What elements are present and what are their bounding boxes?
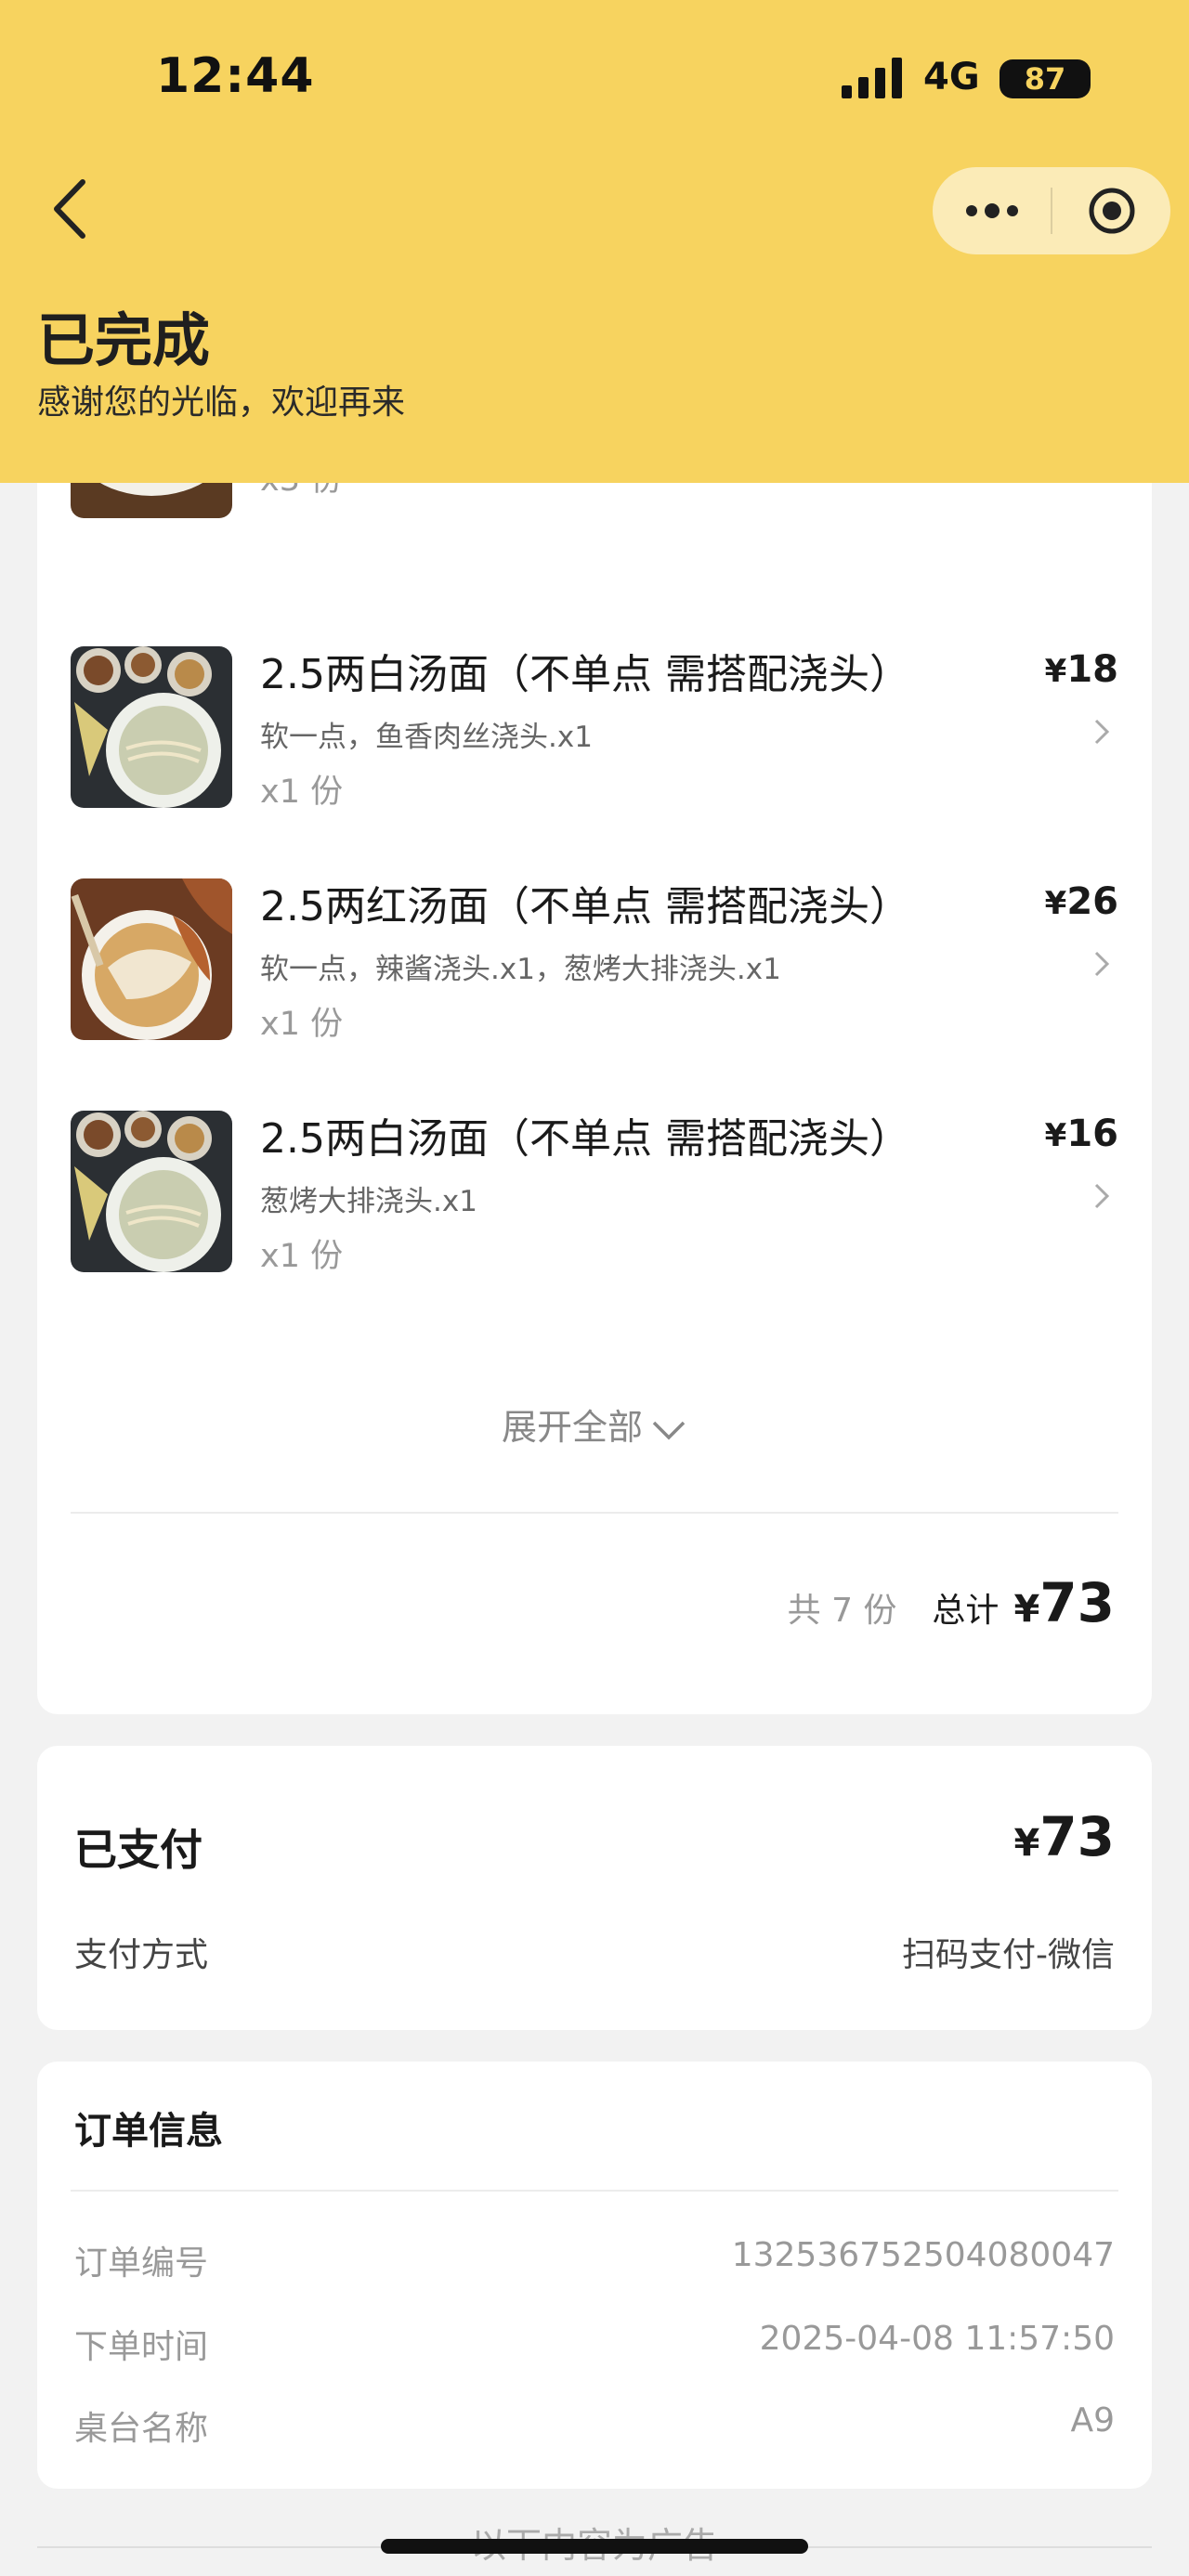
more-button[interactable] (933, 167, 1051, 254)
table-name-label: 桌台名称 (74, 2410, 209, 2448)
dish-options: 软一点，鱼香肉丝浇头.x1 (260, 721, 593, 754)
chevron-right-icon (1094, 1183, 1110, 1209)
status-time: 12:44 (156, 48, 315, 104)
page-subtitle: 感谢您的光临，欢迎再来 (37, 384, 406, 422)
expand-all-label: 展开全部 (501, 1407, 643, 1448)
dish-thumbnail (71, 878, 232, 1040)
list-item[interactable]: 2.5两白汤面（不单点 需搭配浇头） 软一点，鱼香肉丝浇头.x1 x1 份 ¥1… (71, 646, 1118, 813)
chevron-right-icon (1094, 951, 1110, 977)
chevron-down-icon (652, 1421, 686, 1439)
list-item[interactable]: 2.5两白汤面（不单点 需搭配浇头） 葱烤大排浇头.x1 x1 份 ¥16 (71, 1111, 1118, 1278)
payment-status: 已支付 (74, 1825, 203, 1875)
target-close-icon (1089, 188, 1134, 234)
payment-method-label: 支付方式 (74, 1936, 209, 1974)
battery-icon: 87 (1000, 59, 1091, 98)
order-number-label: 订单编号 (74, 2244, 209, 2283)
header: 12:44 4G 87 已完成 感谢您的光临，欢迎再来 (0, 0, 1189, 483)
battery-tip (1083, 72, 1091, 86)
divider (71, 1512, 1118, 1514)
dish-quantity: x1 份 (260, 774, 344, 811)
dish-name: 2.5两红汤面（不单点 需搭配浇头） (260, 883, 910, 930)
mini-program-capsule (933, 167, 1170, 254)
back-button[interactable] (37, 172, 102, 246)
expand-all-button[interactable]: 展开全部 (37, 1399, 1152, 1450)
paid-amount: ¥73 (1013, 1805, 1115, 1868)
dish-options: 软一点，辣酱浇头.x1，葱烤大排浇头.x1 (260, 953, 781, 986)
total-label: 总计 (932, 1592, 1000, 1630)
chevron-left-icon (54, 179, 85, 239)
more-dots-icon (965, 203, 1018, 218)
dish-name: 2.5两白汤面（不单点 需搭配浇头） (260, 1115, 910, 1163)
order-number-value: 132536752504080047 (731, 2236, 1115, 2274)
dish-thumbnail (71, 646, 232, 808)
table-name-value: A9 (1070, 2401, 1115, 2439)
signal-icon (842, 58, 902, 98)
network-type: 4G (923, 56, 980, 98)
divider (71, 2190, 1118, 2192)
order-info-card: 订单信息 订单编号 132536752504080047 下单时间 2025-0… (37, 2062, 1152, 2489)
close-miniprogram-button[interactable] (1052, 167, 1170, 254)
dish-name: 2.5两白汤面（不单点 需搭配浇头） (260, 651, 910, 698)
dish-price: ¥26 (1044, 880, 1118, 923)
list-item[interactable]: 2.5两红汤面（不单点 需搭配浇头） 软一点，辣酱浇头.x1，葱烤大排浇头.x1… (71, 878, 1118, 1046)
order-items-card: x3 份 2.5两白汤面（不单点 需搭配浇头） 软一点，鱼香肉丝浇头.x1 x1… (37, 357, 1152, 1714)
home-indicator[interactable] (381, 2539, 808, 2554)
dish-thumbnail (71, 1111, 232, 1272)
order-time-value: 2025-04-08 11:57:50 (759, 2320, 1115, 2358)
chevron-right-icon (1094, 719, 1110, 745)
payment-method-value: 扫码支付-微信 (902, 1936, 1115, 1974)
order-summary: 共 7 份 总计 ¥73 (788, 1571, 1115, 1634)
order-time-label: 下单时间 (74, 2328, 209, 2366)
dish-quantity: x1 份 (260, 1238, 344, 1275)
payment-card: 已支付 ¥73 支付方式 扫码支付-微信 (37, 1746, 1152, 2030)
page-title: 已完成 (37, 306, 211, 374)
dish-quantity: x1 份 (260, 1006, 344, 1043)
status-bar: 12:44 4G 87 (0, 0, 1189, 158)
dish-price: ¥18 (1044, 648, 1118, 691)
total-price: ¥73 (1013, 1571, 1115, 1634)
order-info-title: 订单信息 (74, 2110, 223, 2153)
item-count: 共 7 份 (787, 1592, 897, 1630)
dish-price: ¥16 (1044, 1112, 1118, 1155)
dish-options: 葱烤大排浇头.x1 (260, 1185, 477, 1218)
